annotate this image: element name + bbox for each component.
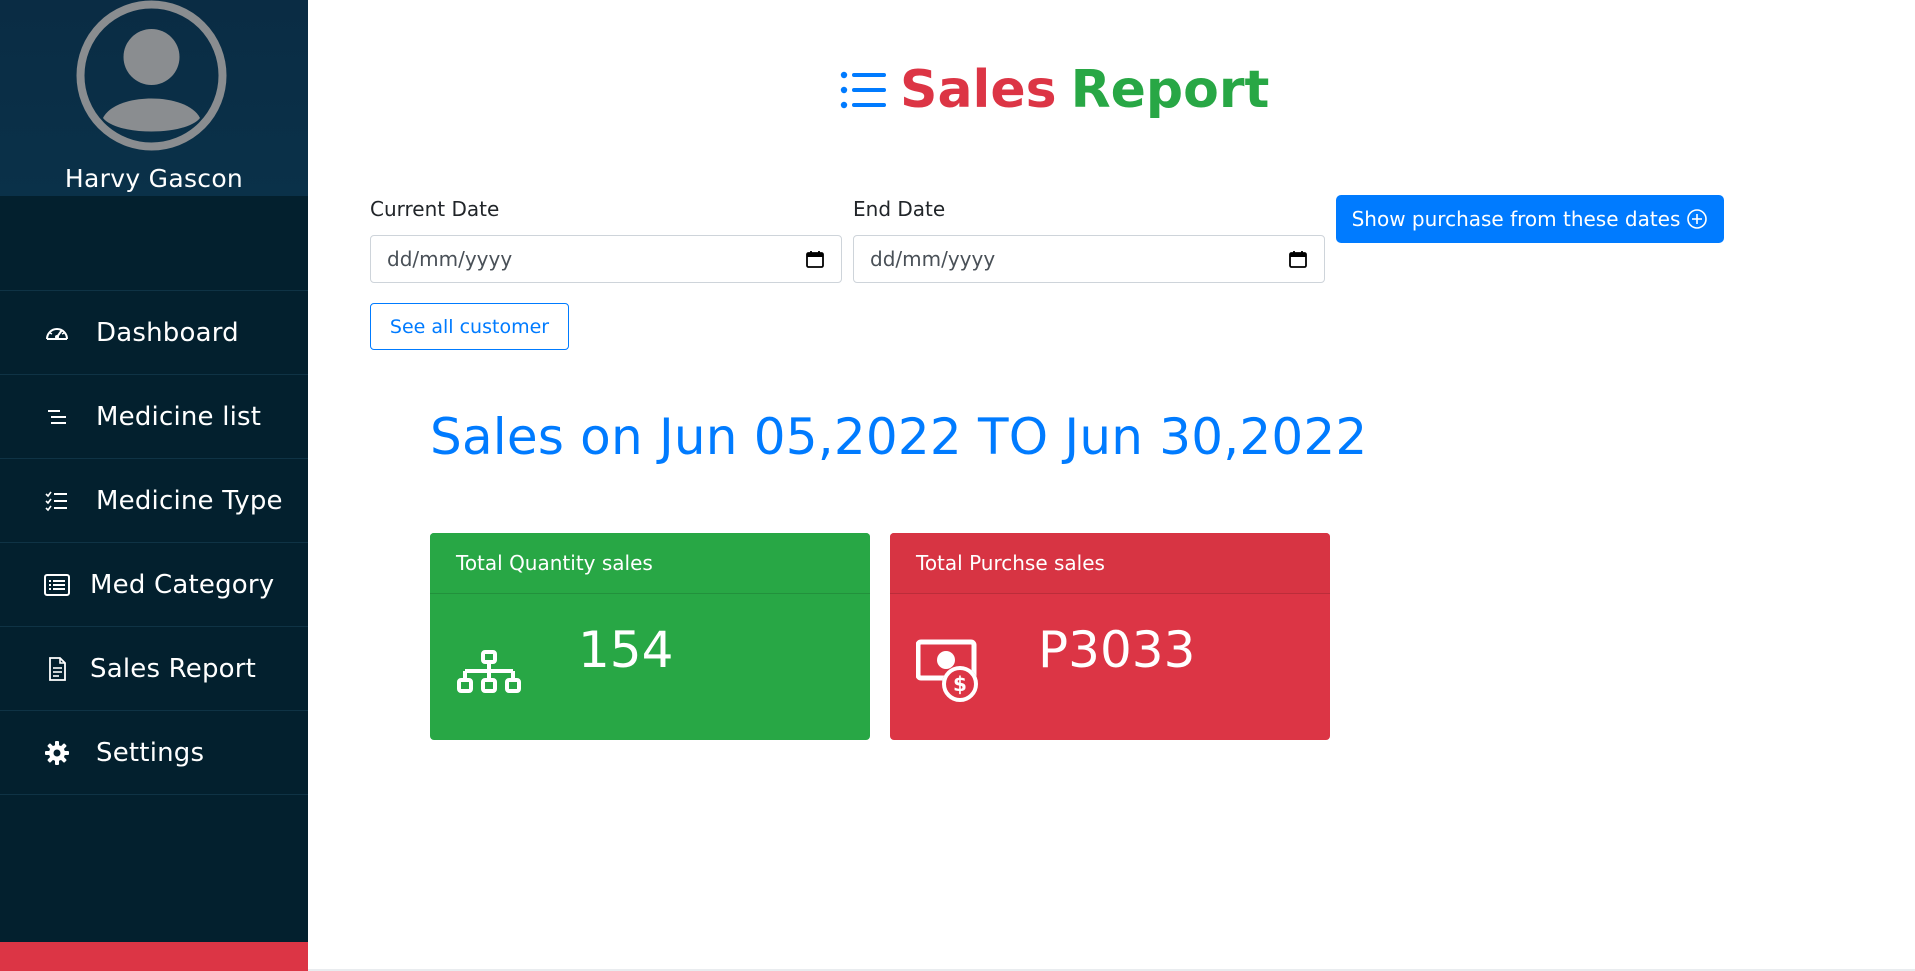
sitemap-icon — [457, 650, 521, 693]
card-title: Total Quantity sales — [430, 533, 870, 594]
current-date-label: Current Date — [370, 197, 500, 221]
sidebar-item-settings[interactable]: Settings — [0, 711, 308, 795]
calendar-icon[interactable] — [805, 249, 825, 269]
document-icon — [49, 656, 66, 681]
page-title: Sales Report — [840, 60, 1269, 120]
money-dollar-icon: $ — [916, 639, 978, 702]
list-box-icon — [44, 573, 70, 596]
current-date-input[interactable]: dd/mm/yyyy — [370, 235, 842, 283]
page-title-word2: Report — [1070, 60, 1270, 120]
sidebar-item-label: Settings — [96, 737, 205, 768]
profile-section: Harvy Gascon — [0, 0, 308, 196]
show-purchase-button-label: Show purchase from these dates — [1351, 207, 1681, 231]
sidebar-item-label: Medicine list — [96, 401, 262, 432]
sidebar-nav: Dashboard Medicine list Medicine Type Me… — [0, 290, 308, 795]
card-title: Total Purchse sales — [890, 533, 1330, 594]
user-name: Harvy Gascon — [64, 164, 244, 193]
gauge-icon — [46, 327, 68, 340]
sidebar-item-label: Med Category — [90, 569, 275, 600]
end-date-placeholder: dd/mm/yyyy — [870, 247, 996, 271]
sidebar-item-medicine-list[interactable]: Medicine list — [0, 375, 308, 459]
sidebar-item-label: Sales Report — [90, 653, 257, 684]
calendar-icon[interactable] — [1288, 249, 1308, 269]
end-date-input[interactable]: dd/mm/yyyy — [853, 235, 1325, 283]
total-quantity-card: Total Quantity sales 154 — [430, 533, 870, 740]
lines-icon — [48, 409, 66, 424]
page-title-word1: Sales — [900, 60, 1057, 120]
card-value: P3033 — [1038, 621, 1196, 679]
svg-text:$: $ — [953, 672, 967, 696]
end-date-label: End Date — [853, 197, 946, 221]
sidebar-item-label: Medicine Type — [96, 485, 283, 516]
show-purchase-button[interactable]: Show purchase from these dates — [1336, 195, 1724, 243]
total-purchase-card: Total Purchse sales $ P3033 — [890, 533, 1330, 740]
sales-range-heading: Sales on Jun 05,2022 TO Jun 30,2022 — [430, 408, 1368, 466]
sidebar-item-med-category[interactable]: Med Category — [0, 543, 308, 627]
sidebar-item-dashboard[interactable]: Dashboard — [0, 291, 308, 375]
list-icon — [840, 71, 886, 109]
plus-circle-icon — [1687, 209, 1708, 229]
sidebar-item-medicine-type[interactable]: Medicine Type — [0, 459, 308, 543]
see-all-customer-button[interactable]: See all customer — [370, 303, 569, 350]
sidebar-bottom-accent — [0, 942, 308, 971]
gear-icon — [45, 740, 69, 765]
current-date-placeholder: dd/mm/yyyy — [387, 247, 513, 271]
sidebar-item-sales-report[interactable]: Sales Report — [0, 627, 308, 711]
sidebar-item-label: Dashboard — [96, 317, 239, 348]
user-avatar-icon — [76, 0, 227, 151]
checklist-icon — [45, 491, 67, 511]
sidebar: Harvy Gascon Dashboard Medicine list Med… — [0, 0, 308, 971]
card-value: 154 — [578, 621, 674, 679]
